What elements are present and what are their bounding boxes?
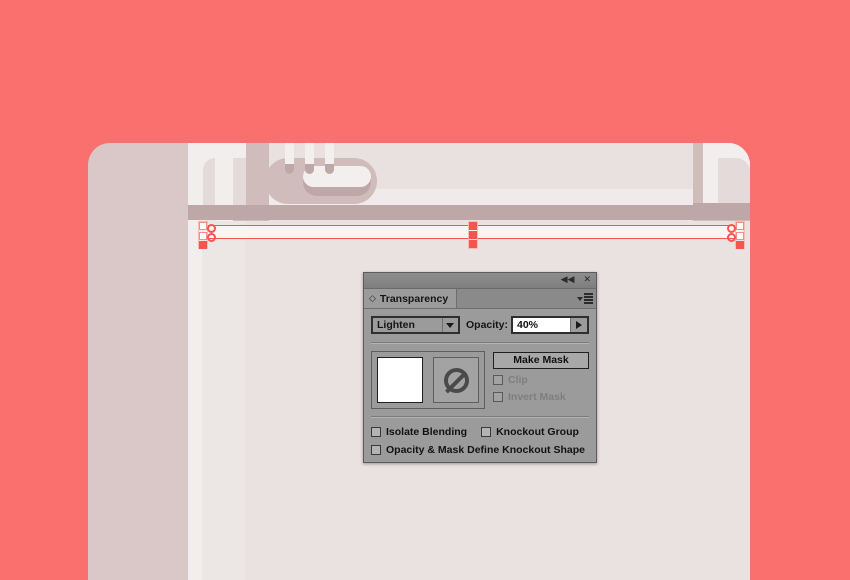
chevron-down-icon: [577, 296, 583, 301]
opacity-field-wrap[interactable]: [511, 316, 589, 334]
chevron-down-icon: [446, 322, 455, 328]
knockout-group-checkbox[interactable]: [481, 427, 492, 437]
checkbox-row-knockout-group[interactable]: Knockout Group: [481, 426, 579, 438]
bottom-options-row-1: Isolate Blending Knockout Group: [371, 426, 589, 438]
panel-body: Lighten Opacity: 40% Make Mask Clip Inve…: [364, 309, 596, 462]
collapse-icon[interactable]: ◀◀: [561, 276, 575, 285]
invert-mask-label: Invert Mask: [508, 391, 566, 403]
close-icon[interactable]: ✕: [583, 276, 591, 285]
divider-bottom: [371, 416, 589, 418]
isolate-blending-checkbox[interactable]: [371, 427, 381, 437]
make-mask-button[interactable]: Make Mask: [493, 352, 589, 369]
tab-transparency-label: Transparency: [379, 292, 449, 305]
no-mask-icon: [443, 367, 469, 393]
divider-top: [371, 342, 589, 344]
play-arrow-icon: [576, 321, 582, 329]
bottom-options: Isolate Blending Knockout Group Opacity …: [371, 425, 589, 456]
opacity-mask-knockout-checkbox[interactable]: [371, 445, 381, 455]
panel-tab-row: ◇ Transparency: [364, 289, 596, 309]
checkbox-row-isolate-blending[interactable]: Isolate Blending: [371, 426, 467, 438]
checkbox-row-clip[interactable]: Clip: [493, 374, 589, 386]
thumbnail-row: Make Mask Clip Invert Mask: [371, 351, 589, 409]
invert-mask-checkbox[interactable]: [493, 392, 503, 402]
checkbox-row-invert-mask[interactable]: Invert Mask: [493, 391, 589, 403]
opacity-label: Opacity:: [465, 319, 508, 331]
artwork-rail-right: [693, 203, 750, 220]
artwork-rail: [188, 205, 695, 220]
artwork-right-hook-inner: [718, 158, 750, 205]
isolate-blending-label: Isolate Blending: [386, 426, 468, 438]
bottom-options-row-2: Opacity & Mask Define Knockout Shape: [371, 444, 589, 456]
blend-mode-select[interactable]: Lighten: [371, 316, 460, 334]
artwork-prong-shadow-2: [305, 164, 314, 174]
thumbnail-group: [371, 351, 485, 409]
hamburger-icon: [584, 293, 593, 304]
opacity-mask-knockout-label: Opacity & Mask Define Knockout Shape: [386, 444, 585, 456]
opacity-stepper[interactable]: [570, 318, 587, 332]
blend-mode-dropdown-arrow[interactable]: [441, 318, 458, 332]
tab-transparency[interactable]: ◇ Transparency: [364, 289, 458, 308]
knockout-group-label: Knockout Group: [496, 426, 579, 438]
opacity-input[interactable]: [513, 318, 570, 332]
panel-titlebar[interactable]: ◀◀ ✕: [364, 273, 596, 289]
panel-tab-filler: [457, 289, 574, 308]
clip-checkbox[interactable]: [493, 375, 503, 385]
artwork-thumbnail[interactable]: [377, 357, 423, 403]
transparency-panel: ◀◀ ✕ ◇ Transparency Lighten Opacity: 40%…: [363, 272, 597, 463]
artwork-prong-shadow-3: [325, 164, 334, 174]
artwork-prong-shadow-1: [285, 164, 294, 174]
mask-thumbnail[interactable]: [433, 357, 479, 403]
blend-mode-value: Lighten: [377, 319, 415, 331]
tab-grip-icon: ◇: [369, 293, 376, 304]
clip-label: Clip: [508, 374, 528, 386]
checkbox-row-opacity-mask-knockout[interactable]: Opacity & Mask Define Knockout Shape: [371, 444, 589, 456]
panel-menu-icon[interactable]: [574, 289, 596, 308]
application-screen: ◀◀ ✕ ◇ Transparency Lighten Opacity: 40%…: [0, 0, 850, 580]
blend-mode-row: Lighten Opacity:: [371, 316, 589, 334]
mask-controls: Make Mask Clip Invert Mask: [485, 351, 589, 403]
